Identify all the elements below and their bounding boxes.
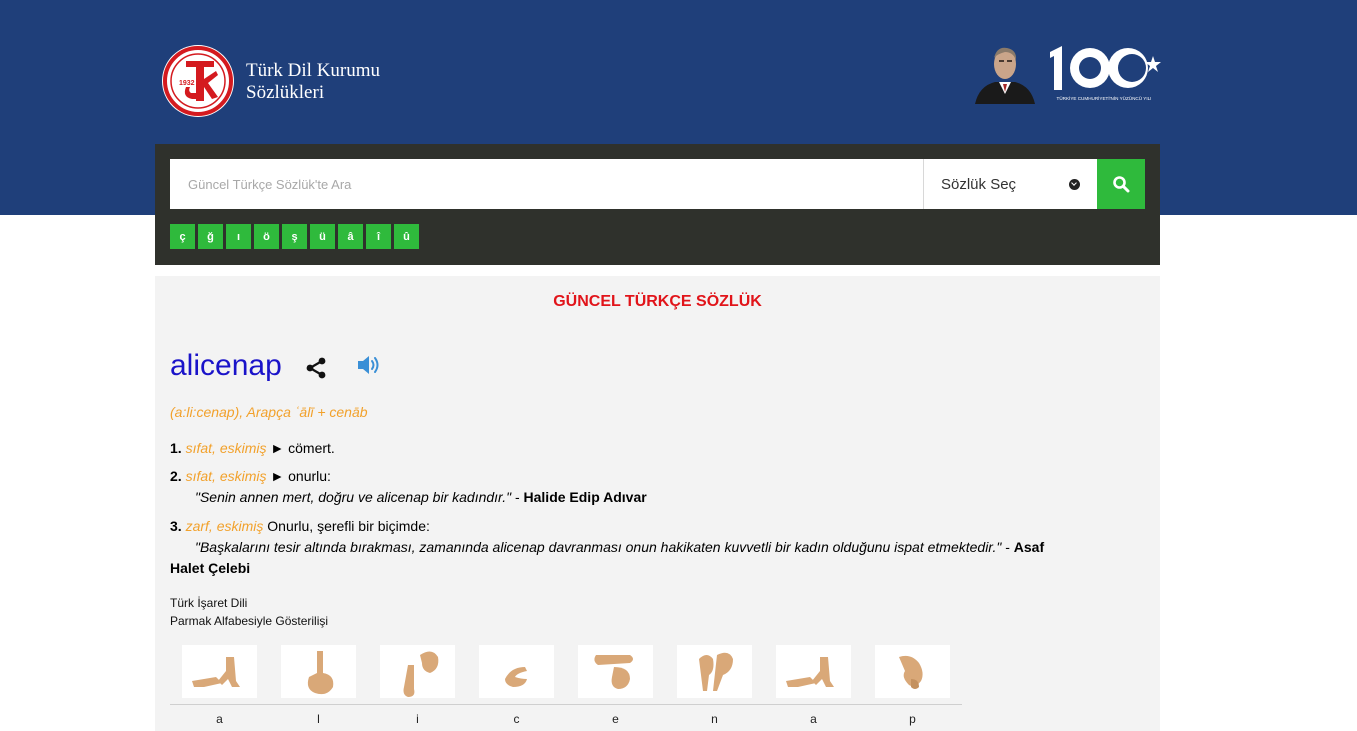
sense-meaning: onurlu: bbox=[288, 468, 331, 484]
sense-meaning: Onurlu, şerefli bir biçimde: bbox=[267, 518, 430, 534]
fingerspelling-divider bbox=[170, 704, 962, 705]
brand-line-1: Türk Dil Kurumu bbox=[246, 60, 381, 81]
char-button[interactable]: ç bbox=[170, 224, 195, 249]
word-origin: (a:li:cenap), Arapça ʿālī + cenāb bbox=[170, 404, 368, 420]
centennial-100-logo: TÜRKİYE CUMHURİYETİ'NİN YÜZÜNCÜ YILI bbox=[1050, 46, 1161, 101]
speaker-icon[interactable] bbox=[356, 354, 382, 376]
sense-tag: zarf, eskimiş bbox=[185, 518, 264, 534]
search-icon bbox=[1113, 176, 1130, 193]
arrow-icon: ► bbox=[270, 440, 285, 456]
sense-number: 3. bbox=[170, 518, 182, 534]
tdk-logo[interactable]: 1932 bbox=[160, 43, 236, 119]
sign-letter: l bbox=[317, 712, 320, 726]
sense-item: 3. zarf, eskimiş Onurlu, şerefli bir biç… bbox=[170, 516, 1130, 579]
sense-number: 2. bbox=[170, 468, 182, 484]
sign-letter: i bbox=[416, 712, 419, 726]
hand-sign-image bbox=[776, 645, 851, 698]
dictionary-select-label: Sözlük Seç bbox=[941, 175, 1017, 193]
example-author-continued[interactable]: Halet Çelebi bbox=[170, 558, 1130, 579]
char-button[interactable]: â bbox=[338, 224, 363, 249]
sign-letter: a bbox=[216, 712, 223, 726]
sign-n bbox=[665, 645, 764, 703]
ataturk-portrait bbox=[973, 42, 1037, 104]
brand-line-2: Sözlükleri bbox=[246, 82, 325, 103]
share-icon[interactable] bbox=[304, 356, 328, 380]
sign-l bbox=[269, 645, 368, 703]
chevron-down-icon bbox=[1069, 178, 1080, 190]
sign-e bbox=[566, 645, 665, 703]
dictionary-title: GÜNCEL TÜRKÇE SÖZLÜK bbox=[553, 293, 762, 310]
logo-year: 1932 bbox=[179, 80, 195, 87]
char-button[interactable]: ı bbox=[226, 224, 251, 249]
entry-content: GÜNCEL TÜRKÇE SÖZLÜK alicenap (a:li:cena… bbox=[155, 276, 1160, 731]
sign-letter: e bbox=[612, 712, 619, 726]
char-button[interactable]: î bbox=[366, 224, 391, 249]
entry-word: alicenap bbox=[170, 349, 282, 382]
sign-p bbox=[863, 645, 962, 703]
sign-i bbox=[368, 645, 467, 703]
search-input[interactable] bbox=[170, 159, 924, 209]
sign-c bbox=[467, 645, 566, 703]
fingerspelling-row bbox=[170, 645, 962, 703]
sense-meaning: cömert. bbox=[288, 440, 335, 456]
search-button[interactable] bbox=[1097, 159, 1145, 209]
hand-sign-image bbox=[380, 645, 455, 698]
char-button[interactable]: ü bbox=[310, 224, 335, 249]
brand-title[interactable]: Türk Dil Kurumu Sözlükleri bbox=[246, 60, 380, 104]
sense-tag: sıfat, eskimiş bbox=[185, 440, 267, 456]
sense-item: 1. sıfat, eskimiş ► cömert. bbox=[170, 438, 1130, 459]
hand-sign-image bbox=[281, 645, 356, 698]
arrow-icon: ► bbox=[270, 468, 285, 484]
sign-language-title: Türk İşaret Dili bbox=[170, 596, 248, 610]
sense-example: "Senin annen mert, doğru ve alicenap bir… bbox=[195, 489, 512, 505]
sign-a bbox=[170, 645, 269, 703]
special-char-bar: ç ğ ı ö ş ü â î û bbox=[170, 224, 422, 249]
sign-letter: n bbox=[711, 712, 718, 726]
hand-sign-image bbox=[182, 645, 257, 698]
sign-letter: a bbox=[810, 712, 817, 726]
sign-letter: p bbox=[909, 712, 916, 726]
char-button[interactable]: ğ bbox=[198, 224, 223, 249]
sense-item: 2. sıfat, eskimiş ► onurlu: "Senin annen… bbox=[170, 468, 647, 505]
example-author[interactable]: Halide Edip Adıvar bbox=[524, 489, 647, 505]
hand-sign-image bbox=[677, 645, 752, 698]
sign-letter: c bbox=[513, 712, 520, 726]
sense-example: "Başkalarını tesir altında bırakması, za… bbox=[195, 539, 1002, 555]
fingerspelling-letters: a l i c e n a p bbox=[170, 712, 962, 726]
hand-sign-image bbox=[578, 645, 653, 698]
sign-a bbox=[764, 645, 863, 703]
char-button[interactable]: û bbox=[394, 224, 419, 249]
sign-language-subtitle: Parmak Alfabesiyle Gösterilişi bbox=[170, 614, 329, 628]
char-button[interactable]: ş bbox=[282, 224, 307, 249]
hand-sign-image bbox=[479, 645, 554, 698]
search-panel: Sözlük Seç ç ğ ı ö ş ü â î û bbox=[155, 144, 1160, 265]
sense-tag: sıfat, eskimiş bbox=[185, 468, 267, 484]
char-button[interactable]: ö bbox=[254, 224, 279, 249]
sign-language-label: Türk İşaret Dili Parmak Alfabesiyle Göst… bbox=[170, 594, 328, 630]
sense-number: 1. bbox=[170, 440, 182, 456]
example-author[interactable]: Asaf bbox=[1014, 539, 1044, 555]
centennial-caption: TÜRKİYE CUMHURİYETİ'NİN YÜZÜNCÜ YILI bbox=[1057, 95, 1152, 101]
dictionary-select[interactable]: Sözlük Seç bbox=[924, 159, 1097, 209]
hand-sign-image bbox=[875, 645, 950, 698]
